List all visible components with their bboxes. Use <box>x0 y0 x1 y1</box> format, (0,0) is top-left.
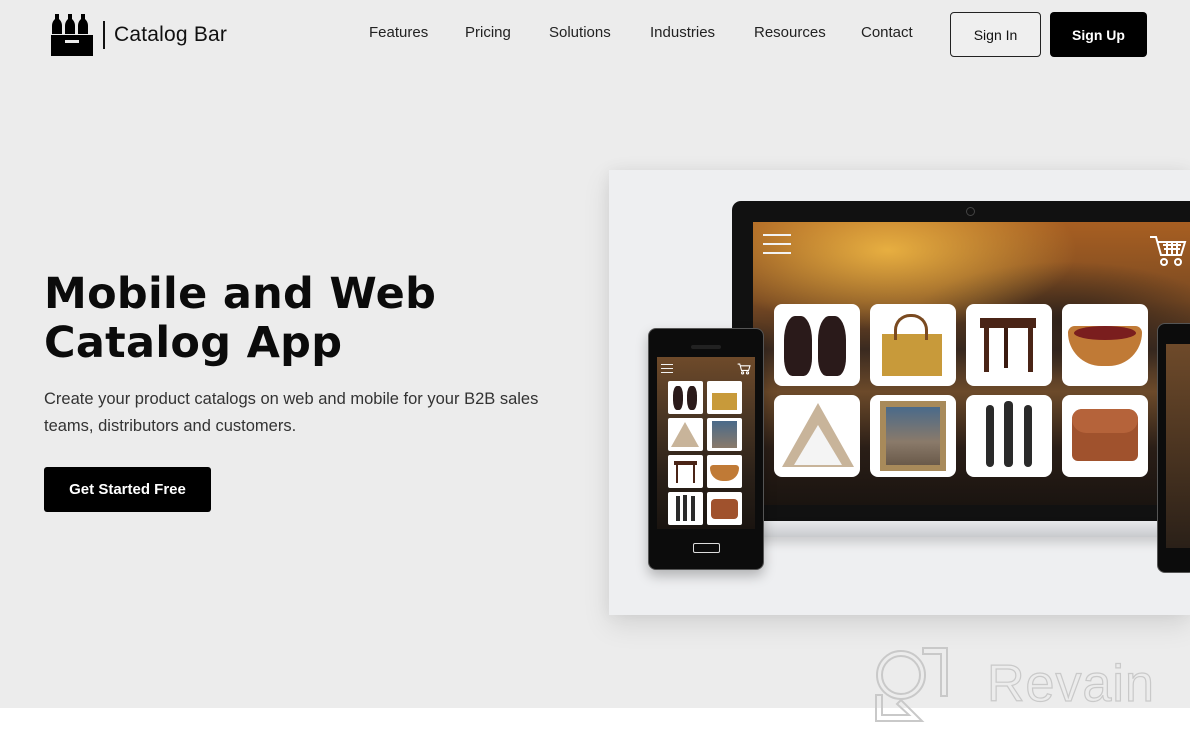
phone-tile-basket <box>707 455 742 488</box>
sign-in-button[interactable]: Sign In <box>950 12 1041 57</box>
phone-home-button <box>693 543 720 553</box>
phone-tile-vases <box>668 381 703 414</box>
shopping-cart-icon <box>737 363 751 378</box>
product-tile-woven-bag <box>870 304 956 386</box>
phone-mockup <box>648 328 764 570</box>
phone-tile-woven-bag <box>707 381 742 414</box>
hamburger-menu-icon <box>763 234 791 254</box>
get-started-button[interactable]: Get Started Free <box>44 467 211 512</box>
nav-resources[interactable]: Resources <box>754 24 826 41</box>
hamburger-menu-icon <box>661 364 673 373</box>
nav-contact[interactable]: Contact <box>861 24 913 41</box>
nav-pricing[interactable]: Pricing <box>465 24 511 41</box>
revain-watermark: Revain <box>873 645 1155 723</box>
nav-industries[interactable]: Industries <box>650 24 715 41</box>
phone-speaker <box>691 345 721 349</box>
phone-tile-leather-bag <box>707 492 742 525</box>
laptop-mockup <box>732 201 1190 521</box>
logo-divider <box>103 21 105 49</box>
phone-tile-wooden-stool <box>668 455 703 488</box>
tablet-mockup <box>1157 323 1190 573</box>
camera-icon <box>966 207 975 216</box>
product-tile-vases <box>774 304 860 386</box>
shopping-cart-icon <box>1149 234 1187 273</box>
tablet-screen <box>1166 344 1190 548</box>
phone-screen <box>657 357 755 529</box>
product-tile-leather-bag <box>1062 395 1148 477</box>
brand-logo[interactable]: Catalog Bar <box>50 14 227 56</box>
product-tile-wooden-stool <box>966 304 1052 386</box>
hero-subtitle: Create your product catalogs on web and … <box>44 390 539 435</box>
product-tile-figurines <box>966 395 1052 477</box>
revain-logo-icon <box>873 645 951 723</box>
phone-tile-triangle-shelf <box>668 418 703 451</box>
laptop-base <box>732 521 1190 537</box>
nav-solutions[interactable]: Solutions <box>549 24 611 41</box>
product-tile-framed-painting <box>870 395 956 477</box>
laptop-screen <box>753 222 1190 505</box>
bottle-crate-icon <box>50 14 94 56</box>
nav-features[interactable]: Features <box>369 24 428 41</box>
product-tile-triangle-shelf <box>774 395 860 477</box>
product-tile-basket <box>1062 304 1148 386</box>
hero-title: Mobile and Web Catalog App <box>44 269 437 368</box>
phone-tile-figurines <box>668 492 703 525</box>
brand-name: Catalog Bar <box>114 23 228 46</box>
watermark-text: Revain <box>986 654 1155 713</box>
phone-tile-framed-painting <box>707 418 742 451</box>
sign-up-button[interactable]: Sign Up <box>1050 12 1147 57</box>
